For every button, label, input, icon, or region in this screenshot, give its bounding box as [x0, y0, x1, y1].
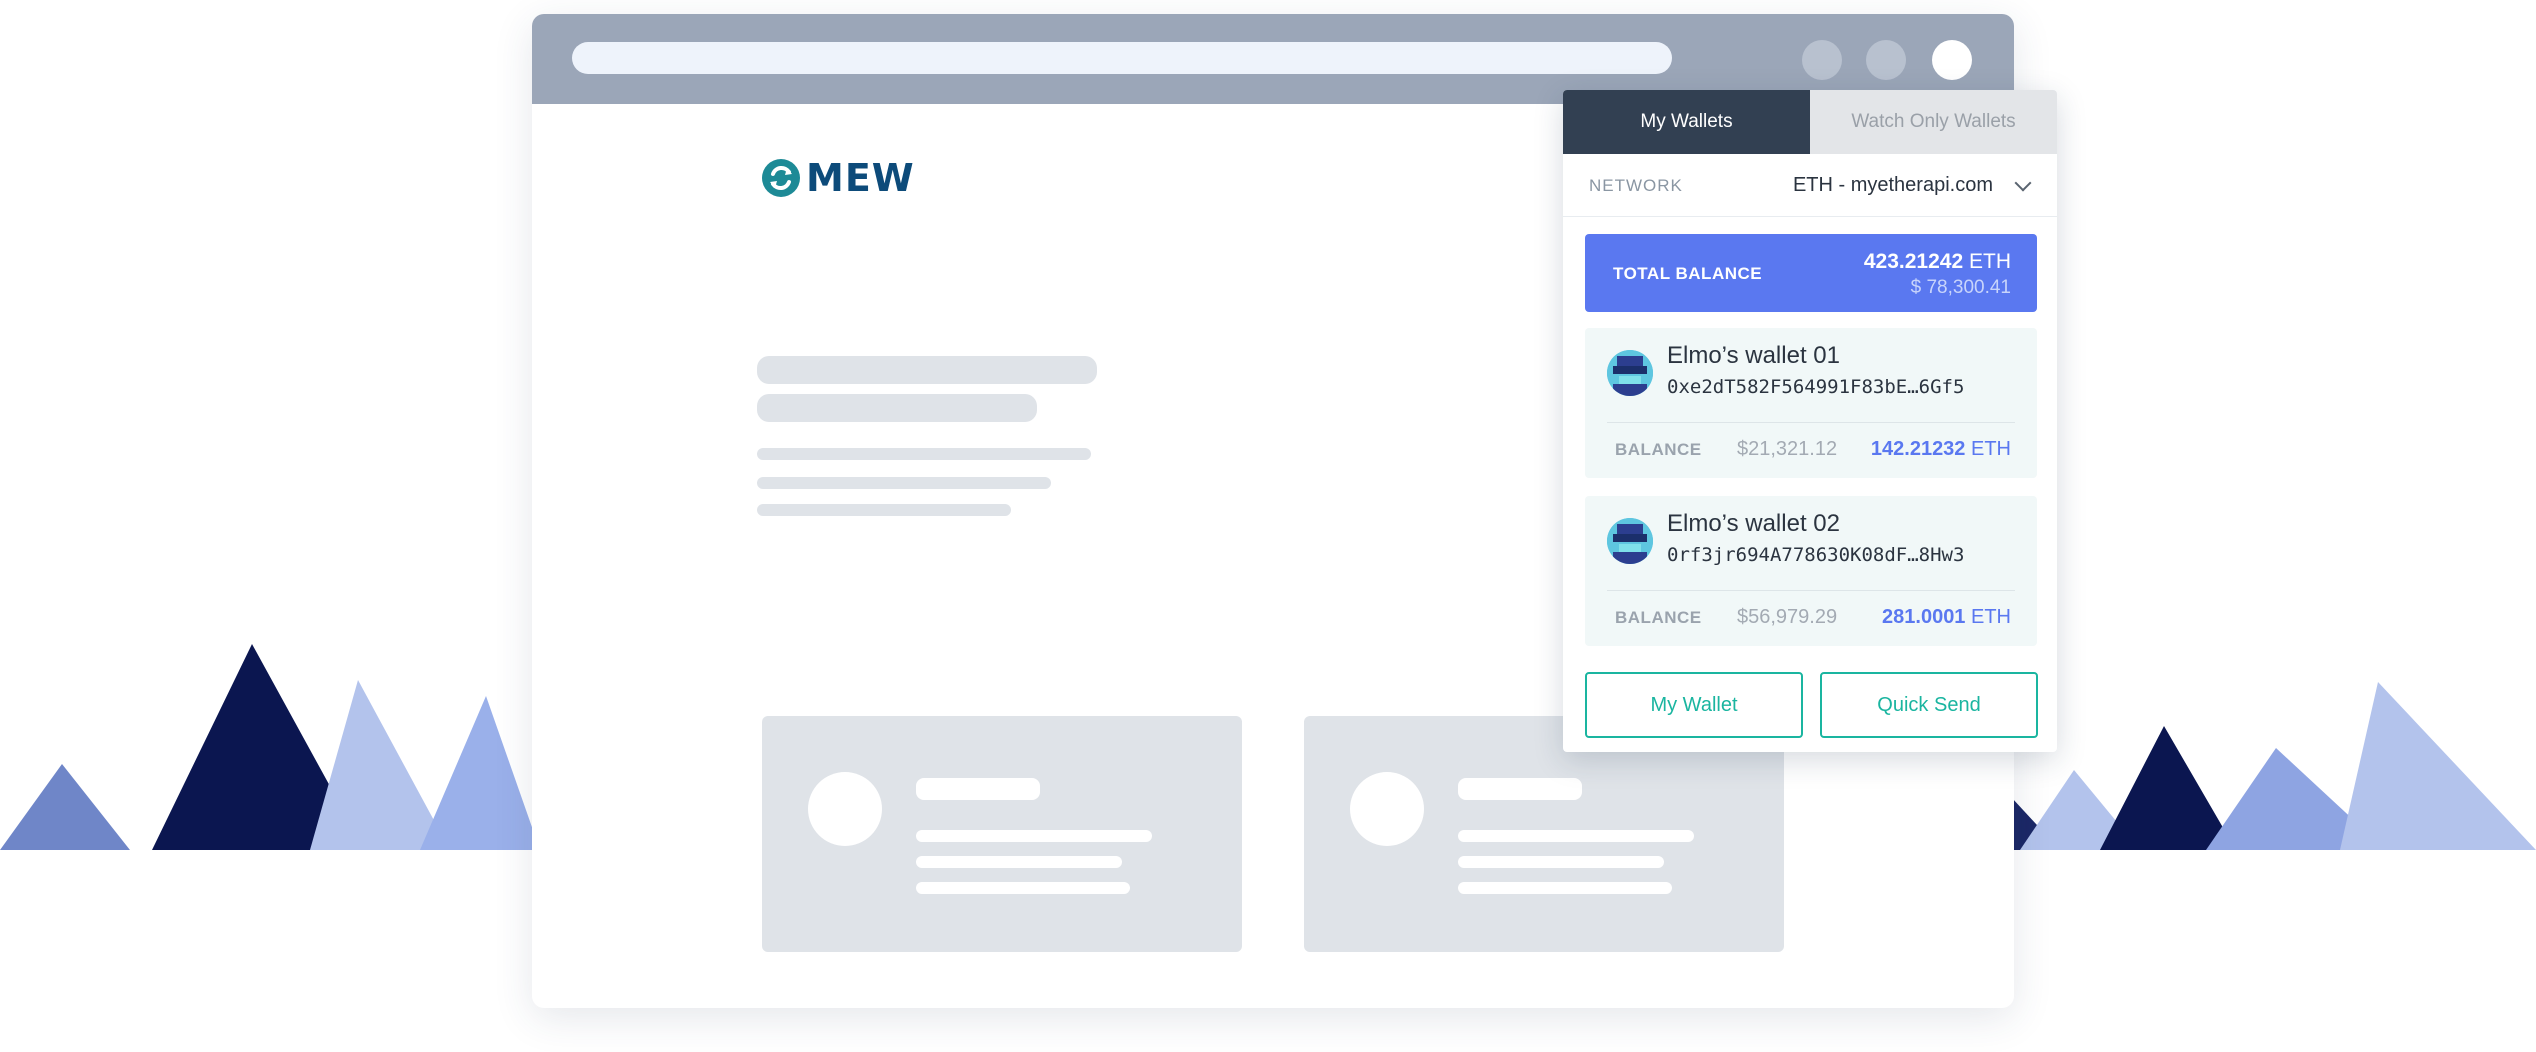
placeholder-avatar: [1350, 772, 1424, 846]
divider: [1607, 590, 2015, 591]
network-selector[interactable]: NETWORK ETH - myetherapi.com: [1563, 154, 2057, 217]
wallet-address: 0xe2dT582F564991F83bE…6Gf5: [1667, 376, 1965, 398]
address-bar[interactable]: [572, 42, 1672, 74]
placeholder-line: [1458, 856, 1664, 868]
placeholder-heading: [757, 356, 1097, 384]
placeholder-line: [757, 504, 1011, 516]
total-balance-card: TOTAL BALANCE 423.21242 ETH $ 78,300.41: [1585, 234, 2037, 312]
placeholder-line: [916, 856, 1122, 868]
placeholder-line: [916, 830, 1152, 842]
network-label: NETWORK: [1589, 176, 1683, 195]
chevron-down-icon[interactable]: [2014, 174, 2032, 192]
wallet-name: Elmo’s wallet 01: [1667, 342, 1840, 369]
wallet-panel: My Wallets Watch Only Wallets NETWORK ET…: [1563, 90, 2057, 752]
total-balance-usd: $ 78,300.41: [1910, 277, 2011, 298]
placeholder-line: [1458, 778, 1582, 800]
wallet-eth-amount: 142.21232: [1870, 438, 1966, 460]
wallet-avatar-icon: [1607, 518, 1653, 564]
wallet-balance-eth: 142.21232 ETH: [1871, 438, 2011, 461]
placeholder-line: [1458, 830, 1694, 842]
total-eth-unit: ETH: [1969, 250, 2011, 273]
wallet-balance-usd: $21,321.12: [1737, 438, 1838, 460]
placeholder-line: [916, 882, 1130, 894]
wallet-balance-usd: $56,979.29: [1737, 606, 1838, 628]
total-balance-label: TOTAL BALANCE: [1613, 264, 1763, 283]
mew-logo[interactable]: MEW: [762, 156, 915, 200]
mountain: [310, 680, 450, 850]
wallet-eth-amount: 281.0001: [1882, 606, 1966, 628]
wallet-address: 0rf3jr694A778630K08dF…8Hw3: [1667, 544, 1965, 566]
mountain: [2100, 726, 2236, 850]
placeholder-line: [1458, 882, 1672, 894]
placeholder-avatar: [808, 772, 882, 846]
total-balance-eth: 423.21242 ETH: [1864, 250, 2011, 274]
my-wallet-button[interactable]: My Wallet: [1585, 672, 1803, 738]
total-eth-amount: 423.21242: [1863, 250, 1964, 273]
window-control-dot[interactable]: [1802, 40, 1842, 80]
window-control-dot[interactable]: [1932, 40, 1972, 80]
wallet-eth-unit: ETH: [1971, 438, 2011, 460]
mountain: [420, 696, 540, 850]
wallet-tabs: My Wallets Watch Only Wallets: [1563, 90, 2057, 154]
mountain: [0, 764, 130, 850]
mountain: [2340, 682, 2536, 850]
wallet-avatar-icon: [1607, 350, 1653, 396]
placeholder-heading: [757, 394, 1037, 422]
quick-send-button[interactable]: Quick Send: [1820, 672, 2038, 738]
wallet-name: Elmo’s wallet 02: [1667, 510, 1840, 537]
placeholder-line: [757, 477, 1051, 489]
wallet-balance-eth: 281.0001 ETH: [1882, 606, 2011, 629]
placeholder-line: [916, 778, 1040, 800]
placeholder-card: [762, 716, 1242, 952]
placeholder-line: [757, 448, 1091, 460]
network-value[interactable]: ETH - myetherapi.com: [1793, 174, 1993, 197]
wallet-balance-label: BALANCE: [1615, 608, 1702, 627]
tab-watch-only-wallets[interactable]: Watch Only Wallets: [1810, 90, 2057, 154]
wallet-card[interactable]: Elmo’s wallet 02 0rf3jr694A778630K08dF…8…: [1585, 496, 2037, 646]
wallet-balance-label: BALANCE: [1615, 440, 1702, 459]
tab-my-wallets[interactable]: My Wallets: [1563, 90, 1810, 154]
mew-logo-icon: [762, 159, 800, 197]
divider: [1607, 422, 2015, 423]
wallet-eth-unit: ETH: [1971, 606, 2011, 628]
window-control-dot[interactable]: [1866, 40, 1906, 80]
wallet-card[interactable]: Elmo’s wallet 01 0xe2dT582F564991F83bE…6…: [1585, 328, 2037, 478]
logo-text: MEW: [806, 156, 915, 200]
